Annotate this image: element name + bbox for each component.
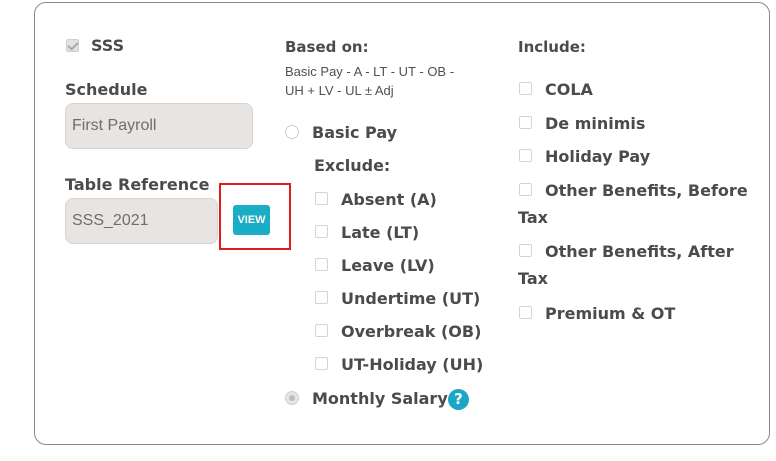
include-other-after-checkbox[interactable] — [519, 244, 532, 257]
monthly-salary-label: Monthly Salary — [312, 389, 448, 408]
exclude-undertime-label: Undertime (UT) — [341, 289, 481, 308]
include-other-after-label-cont: Tax — [518, 269, 548, 288]
exclude-absent-checkbox[interactable] — [315, 192, 328, 205]
table-reference-label: Table Reference — [65, 175, 210, 194]
schedule-label: Schedule — [65, 80, 148, 99]
schedule-field[interactable]: First Payroll — [65, 103, 253, 149]
include-other-before-checkbox[interactable] — [519, 183, 532, 196]
include-premium-ot-checkbox[interactable] — [519, 306, 532, 319]
based-on-title: Based on: — [285, 38, 369, 56]
include-de-minimis-checkbox[interactable] — [519, 116, 532, 129]
include-cola-label: COLA — [545, 80, 593, 99]
basic-pay-radio[interactable] — [285, 125, 299, 139]
table-reference-field[interactable]: SSS_2021 — [65, 198, 218, 244]
exclude-absent-label: Absent (A) — [341, 190, 437, 209]
include-holiday-pay-checkbox[interactable] — [519, 149, 532, 162]
exclude-title: Exclude: — [314, 156, 391, 175]
exclude-overbreak-checkbox[interactable] — [315, 324, 328, 337]
highlight-box — [219, 183, 291, 250]
exclude-ut-holiday-checkbox[interactable] — [315, 357, 328, 370]
exclude-ut-holiday-label: UT-Holiday (UH) — [341, 355, 484, 374]
include-cola-checkbox[interactable] — [519, 82, 532, 95]
include-other-after-label: Other Benefits, After — [545, 242, 734, 261]
sss-label: SSS — [91, 36, 125, 55]
include-title: Include: — [518, 38, 586, 56]
basic-pay-label: Basic Pay — [312, 123, 398, 142]
exclude-late-checkbox[interactable] — [315, 225, 328, 238]
question-circle-icon[interactable]: ? — [448, 389, 469, 410]
formula-line-1: Basic Pay - A - LT - UT - OB - — [285, 64, 455, 79]
exclude-undertime-checkbox[interactable] — [315, 291, 328, 304]
sss-checkbox[interactable] — [66, 39, 79, 52]
include-other-before-label-cont: Tax — [518, 208, 548, 227]
monthly-salary-radio[interactable] — [285, 391, 299, 405]
include-holiday-pay-label: Holiday Pay — [545, 147, 651, 166]
exclude-leave-checkbox[interactable] — [315, 258, 328, 271]
formula-line-2: UH + LV - UL ± Adj — [285, 83, 394, 98]
exclude-leave-label: Leave (LV) — [341, 256, 435, 275]
exclude-overbreak-label: Overbreak (OB) — [341, 322, 482, 341]
include-de-minimis-label: De minimis — [545, 114, 646, 133]
include-other-before-label: Other Benefits, Before — [545, 181, 748, 200]
include-premium-ot-label: Premium & OT — [545, 304, 676, 323]
exclude-late-label: Late (LT) — [341, 223, 420, 242]
